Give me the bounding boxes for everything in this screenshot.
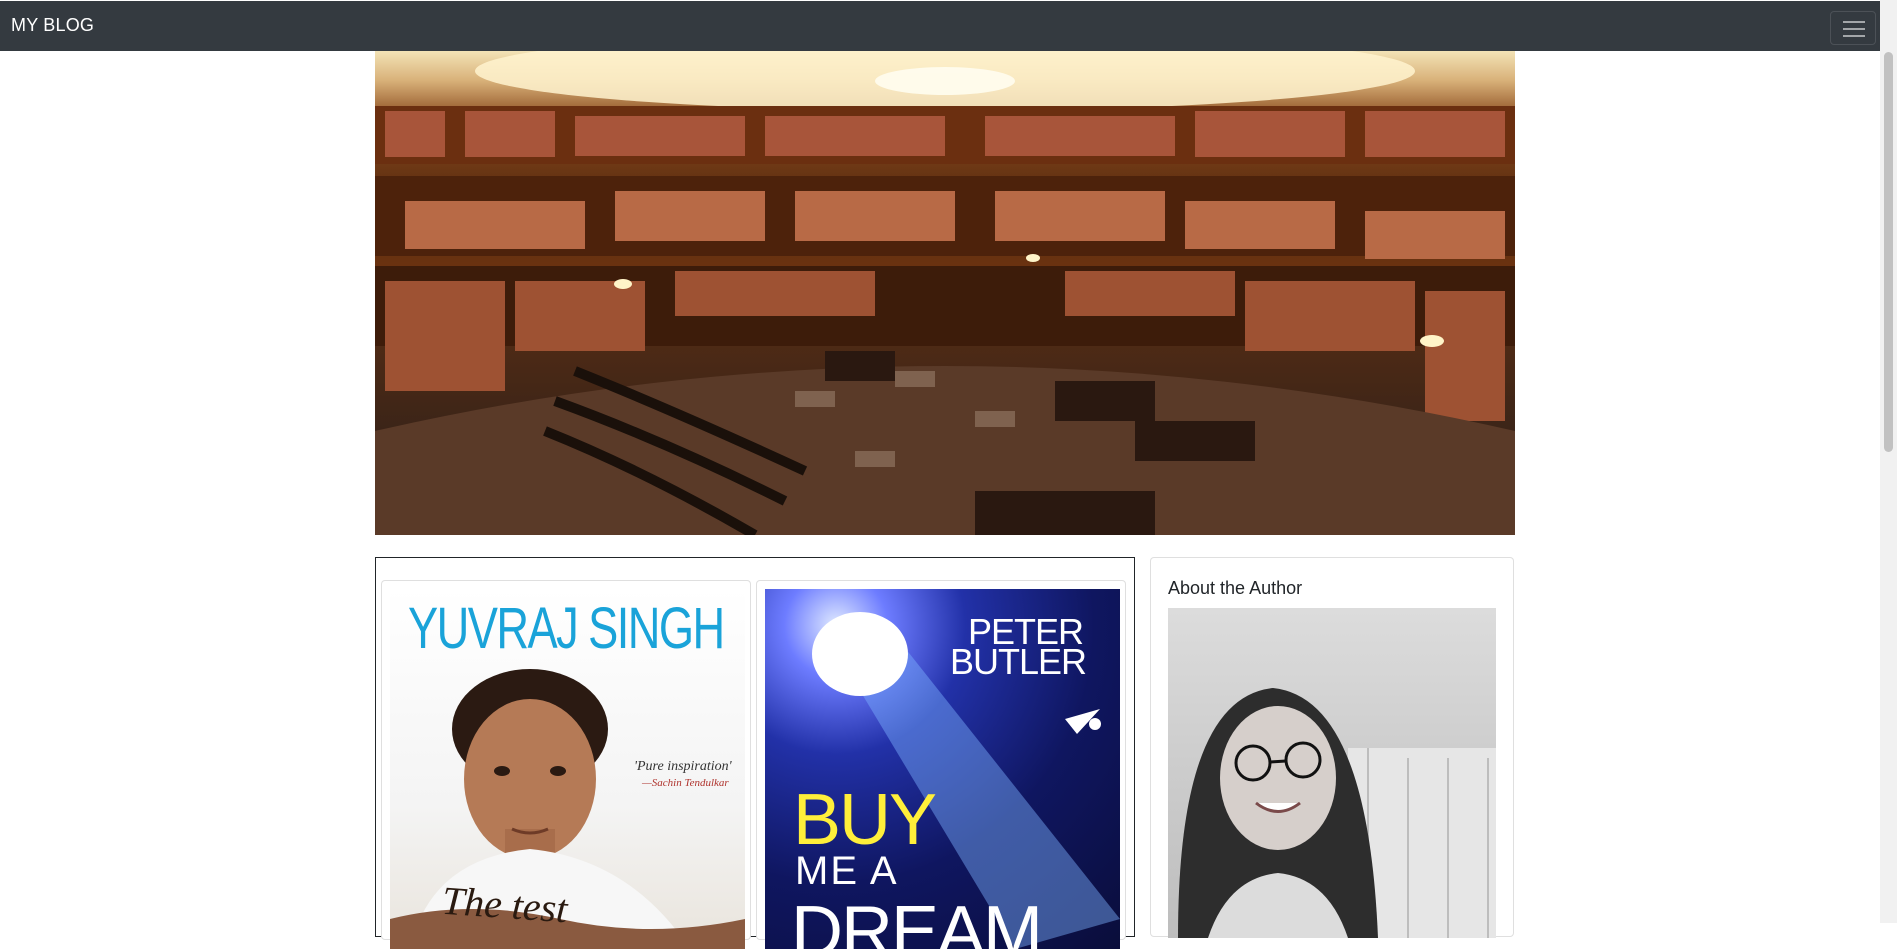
- book-cover-image[interactable]: PETER BUTLER BUY ME A DREAM: [765, 589, 1120, 949]
- top-navbar: MY BLOG: [0, 1, 1897, 51]
- brand-link[interactable]: MY BLOG: [11, 15, 94, 36]
- navbar-toggler-button[interactable]: [1830, 11, 1876, 45]
- author-photo-illustration: [1178, 688, 1496, 938]
- author-photo: [1168, 608, 1496, 938]
- page-scrollbar[interactable]: [1880, 0, 1897, 923]
- cover-quote-attribution: —Sachin Tendulkar: [642, 777, 729, 789]
- cover-subtitle: The test: [440, 877, 569, 932]
- book-card-buy-me-a-dream[interactable]: PETER BUTLER BUY ME A DREAM: [756, 580, 1126, 949]
- book-cover-image[interactable]: YUVRAJ SINGH 'Pure inspiration' —Sachin …: [390, 589, 745, 949]
- cover-author-last-name: BUTLER: [950, 641, 1087, 682]
- cover-title-word-3: DREAM: [791, 892, 1043, 949]
- posts-panel: YUVRAJ SINGH 'Pure inspiration' —Sachin …: [375, 557, 1135, 949]
- about-author-card: About the Author: [1150, 557, 1514, 938]
- scrollbar-thumb[interactable]: [1884, 52, 1893, 452]
- hero-banner-image: [375, 51, 1515, 535]
- about-author-title: About the Author: [1168, 578, 1303, 598]
- cover-quote: 'Pure inspiration': [634, 759, 732, 774]
- book-card-yuvraj[interactable]: YUVRAJ SINGH 'Pure inspiration' —Sachin …: [381, 580, 751, 949]
- cover-title-word-2: ME A: [795, 849, 899, 893]
